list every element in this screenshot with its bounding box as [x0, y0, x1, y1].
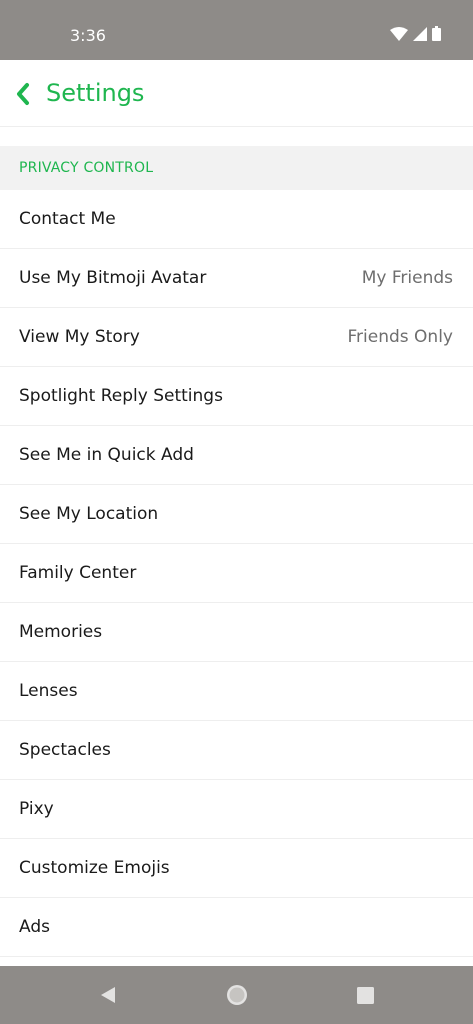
row-see-me-in-quick-add[interactable]: See Me in Quick Add — [0, 426, 473, 485]
row-use-my-bitmoji-avatar[interactable]: Use My Bitmoji Avatar My Friends — [0, 249, 473, 308]
row-label: Contact Me — [19, 209, 116, 229]
row-pixy[interactable]: Pixy — [0, 780, 473, 839]
row-label: See My Location — [19, 504, 159, 524]
section-header-privacy-control: PRIVACY CONTROL — [0, 146, 473, 190]
row-memories[interactable]: Memories — [0, 603, 473, 662]
row-view-my-story[interactable]: View My Story Friends Only — [0, 308, 473, 367]
settings-list: Contact Me Use My Bitmoji Avatar My Frie… — [0, 190, 473, 957]
row-label: View My Story — [19, 327, 140, 347]
section-title: PRIVACY CONTROL — [19, 160, 154, 176]
row-label: Use My Bitmoji Avatar — [19, 268, 207, 288]
row-label: Lenses — [19, 681, 78, 701]
row-label: Memories — [19, 622, 103, 642]
status-icons — [390, 26, 441, 45]
row-label: Family Center — [19, 563, 137, 583]
page-title: Settings — [46, 79, 145, 107]
row-ads[interactable]: Ads — [0, 898, 473, 957]
recents-square-icon[interactable] — [353, 983, 377, 1007]
row-label: See Me in Quick Add — [19, 445, 194, 465]
home-circle-icon[interactable] — [225, 983, 249, 1007]
row-spectacles[interactable]: Spectacles — [0, 721, 473, 780]
row-customize-emojis[interactable]: Customize Emojis — [0, 839, 473, 898]
cellular-signal-icon — [413, 26, 427, 45]
status-bar: 3:36 — [0, 0, 473, 60]
row-family-center[interactable]: Family Center — [0, 544, 473, 603]
row-label: Pixy — [19, 799, 54, 819]
row-contact-me[interactable]: Contact Me — [0, 190, 473, 249]
status-time: 3:36 — [70, 26, 106, 45]
row-label: Customize Emojis — [19, 858, 170, 878]
row-lenses[interactable]: Lenses — [0, 662, 473, 721]
row-see-my-location[interactable]: See My Location — [0, 485, 473, 544]
header: Settings — [0, 60, 473, 127]
row-label: Ads — [19, 917, 50, 937]
row-label: Spotlight Reply Settings — [19, 386, 223, 406]
row-value: My Friends — [361, 268, 453, 288]
back-triangle-icon[interactable] — [96, 983, 120, 1007]
navigation-bar — [0, 966, 473, 1024]
row-label: Spectacles — [19, 740, 111, 760]
wifi-icon — [390, 26, 408, 45]
battery-icon — [432, 26, 441, 45]
row-value: Friends Only — [347, 327, 453, 347]
row-spotlight-reply-settings[interactable]: Spotlight Reply Settings — [0, 367, 473, 426]
chevron-left-icon[interactable] — [14, 82, 32, 106]
